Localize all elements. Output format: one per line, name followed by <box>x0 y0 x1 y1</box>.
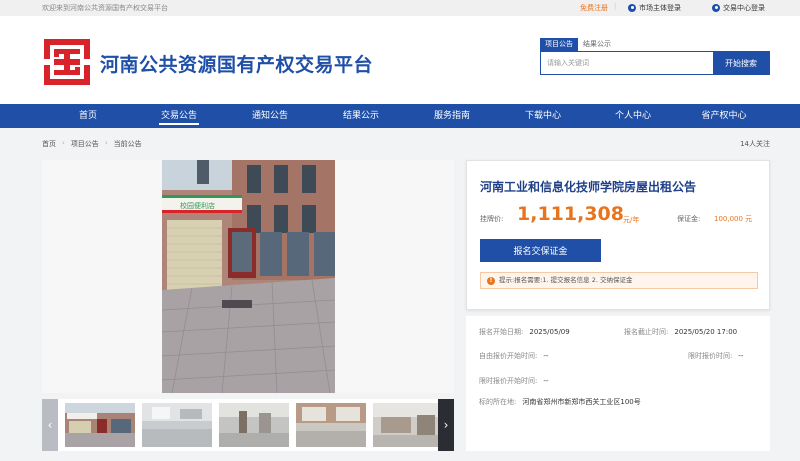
limit-bid-start-value: -- <box>543 377 549 385</box>
shop-sign-text: 校园便利店 <box>180 201 215 210</box>
search-input[interactable] <box>541 52 713 74</box>
nav-provincial-center[interactable]: 省产权中心 <box>694 104 754 128</box>
thumbnail-image <box>142 403 212 447</box>
register-link[interactable]: 免费注册 <box>580 3 608 13</box>
limit-bid-start-row: 限时报价开始时间: -- <box>479 376 548 386</box>
location-label: 标的所在地: <box>479 398 517 406</box>
notice-title: 河南工业和信息化技师学院房屋出租公告 <box>480 180 697 194</box>
thumbnail[interactable] <box>142 403 212 447</box>
top-utility-bar: 欢迎来到河南公共资源国有产权交易平台 免费注册 | 市场主体登录 交易中心登录 <box>0 0 800 16</box>
chevron-right-icon: › <box>443 418 449 432</box>
free-bid-start-row: 自由报价开始时间: -- <box>479 351 548 361</box>
thumbnail[interactable] <box>373 403 443 447</box>
breadcrumb-project-notice[interactable]: 项目公告 <box>71 139 99 149</box>
register-deposit-button[interactable]: 报名交保证金 <box>480 239 601 262</box>
center-login-label: 交易中心登录 <box>723 4 765 12</box>
follower-count: 14人关注 <box>740 140 770 148</box>
limit-time-label: 限时报价时间: <box>688 352 733 360</box>
nav-service-guide[interactable]: 服务指南 <box>422 104 482 128</box>
deposit-value: 100,000 元 <box>714 215 753 223</box>
chevron-left-icon: ‹ <box>47 418 53 432</box>
breadcrumb: 首页 › 项目公告 › 当前公告 <box>42 139 142 149</box>
divider: | <box>614 2 617 10</box>
thumbnail-image <box>65 403 135 447</box>
listing-price: 1,111,308 <box>517 203 624 225</box>
nav-announcements[interactable]: 通知公告 <box>240 104 300 128</box>
price-unit: 元/年 <box>623 216 640 224</box>
signup-start-label: 报名开始日期: <box>479 328 524 336</box>
info-icon: ! <box>487 277 495 285</box>
chevron-right-icon: › <box>104 139 108 147</box>
search-tabs: 项目公告 结果公示 <box>540 38 616 51</box>
signup-end-value: 2025/05/20 17:00 <box>674 328 738 336</box>
search-button[interactable]: 开始搜索 <box>713 52 769 74</box>
market-login-label: 市场主体登录 <box>639 4 681 12</box>
notice-card: 河南工业和信息化技师学院房屋出租公告 挂牌价: 1,111,308 元/年 保证… <box>466 160 770 310</box>
market-login-link[interactable]: 市场主体登录 <box>628 3 681 13</box>
user-icon <box>628 4 636 12</box>
free-bid-start-value: -- <box>543 352 549 360</box>
notice-details: 报名开始日期: 2025/05/09 报名截止时间: 2025/05/20 17:0… <box>466 316 770 451</box>
signup-start-value: 2025/05/09 <box>529 328 570 336</box>
tab-result-notice[interactable]: 结果公示 <box>578 38 616 51</box>
thumbnail-image <box>219 403 289 447</box>
nav-personal-center[interactable]: 个人中心 <box>603 104 663 128</box>
thumbnail[interactable] <box>219 403 289 447</box>
thumbnail-strip: ‹ › <box>42 399 454 451</box>
nav-home[interactable]: 首页 <box>58 104 118 128</box>
prev-button[interactable]: ‹ <box>42 399 58 451</box>
next-button[interactable]: › <box>438 399 454 451</box>
tip-banner: ! 提示:报名需要:1. 提交报名信息 2. 交纳保证金 <box>480 272 758 289</box>
limit-time-value: -- <box>738 352 744 360</box>
main-photo[interactable]: 校园便利店 <box>162 160 335 393</box>
nav-results[interactable]: 结果公示 <box>331 104 391 128</box>
center-login-link[interactable]: 交易中心登录 <box>712 3 765 13</box>
free-bid-start-label: 自由报价开始时间: <box>479 352 538 360</box>
limit-bid-start-label: 限时报价开始时间: <box>479 377 538 385</box>
signup-end-row: 报名截止时间: 2025/05/20 17:00 <box>624 327 737 337</box>
thumbnail-image <box>373 403 443 447</box>
building-photo: 校园便利店 <box>162 160 335 393</box>
nav-trade-notice[interactable]: 交易公告 <box>149 104 209 128</box>
location-row: 标的所在地: 河南省郑州市新郑市西关工业区100号 <box>479 397 641 407</box>
price-label: 挂牌价: <box>480 215 504 223</box>
deposit-label: 保证金: <box>677 215 701 223</box>
image-viewer: 校园便利店 <box>42 160 454 393</box>
tip-text: 提示:报名需要:1. 提交报名信息 2. 交纳保证金 <box>499 276 633 284</box>
breadcrumb-current: 当前公告 <box>113 140 142 148</box>
main-nav: 首页 交易公告 通知公告 结果公示 服务指南 下载中心 个人中心 省产权中心 <box>0 104 800 128</box>
limit-time-row: 限时报价时间: -- <box>688 351 743 361</box>
welcome-text: 欢迎来到河南公共资源国有产权交易平台 <box>42 4 168 12</box>
site-header: 河南公共资源国有产权交易平台 项目公告 结果公示 开始搜索 <box>0 16 800 104</box>
nav-downloads[interactable]: 下载中心 <box>513 104 573 128</box>
chevron-right-icon: › <box>62 139 65 147</box>
thumbnail[interactable] <box>65 403 135 447</box>
user-icon <box>712 4 720 12</box>
tab-project-notice[interactable]: 项目公告 <box>540 38 578 51</box>
thumbnail[interactable] <box>296 403 366 447</box>
logo-icon[interactable] <box>42 37 92 87</box>
site-title: 河南公共资源国有产权交易平台 <box>100 54 374 76</box>
search-box: 开始搜索 <box>540 51 770 75</box>
signup-end-label: 报名截止时间: <box>624 328 669 336</box>
thumbnail-image <box>296 403 366 447</box>
location-value: 河南省郑州市新郑市西关工业区100号 <box>522 398 641 406</box>
signup-start-row: 报名开始日期: 2025/05/09 <box>479 327 570 337</box>
breadcrumb-home[interactable]: 首页 <box>42 139 56 149</box>
